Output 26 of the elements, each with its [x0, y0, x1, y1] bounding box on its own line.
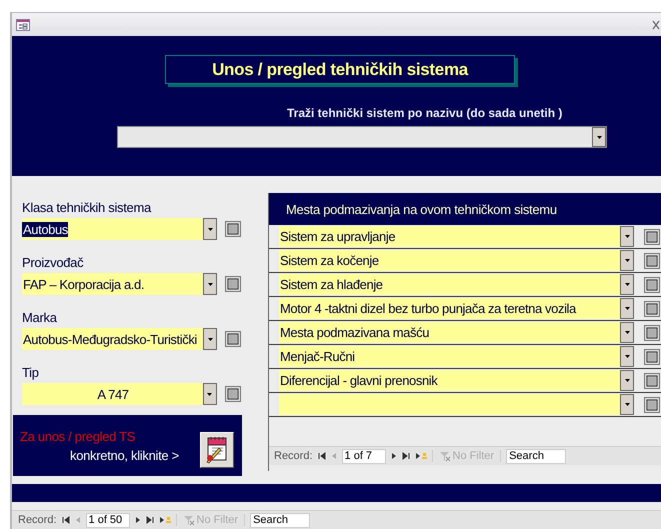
- search-label: Traži tehnički sistem po nazivu (do sada unetih ): [287, 106, 562, 120]
- combo-field[interactable]: Sistem za hlađenje: [279, 274, 634, 295]
- combo-field[interactable]: Motor 4 -taktni dizel bez turbo punjača za teretna vozila: [279, 298, 634, 319]
- record-number-field[interactable]: 1 of 50: [86, 512, 130, 528]
- search-field[interactable]: Search: [506, 448, 566, 464]
- combo-field[interactable]: FAP – Korporacija a.d.: [22, 273, 217, 295]
- combo-field[interactable]: Sistem za upravljanje: [279, 226, 634, 247]
- combo-field[interactable]: Autobus-Međugradsko-Turistički: [22, 328, 217, 350]
- combo-field[interactable]: Autobus: [22, 218, 217, 240]
- record-label: Record:: [274, 450, 313, 462]
- subform-heading: Mesta podmazivanja na ovom tehničkom sistemu: [269, 193, 661, 225]
- combo-field[interactable]: A 747: [22, 383, 217, 405]
- panel-hint: konkretno, kliknite >: [70, 448, 179, 462]
- combo-field[interactable]: Sistem za kočenje: [279, 250, 634, 271]
- combo-field[interactable]: Menjač-Ručni: [279, 346, 634, 367]
- combo-field[interactable]: Mesta podmazivana mašću: [279, 322, 634, 343]
- record-number-field[interactable]: 1 of 7: [342, 448, 386, 464]
- field-label: Marka: [22, 310, 58, 326]
- panel-caption: Za unos / pregled TS: [20, 428, 136, 444]
- combo-field[interactable]: Diferencijal - glavni prenosnik: [279, 370, 634, 391]
- search-field[interactable]: Search: [250, 512, 310, 528]
- field-label: Tip: [22, 365, 40, 381]
- field-label: Proizvođač: [22, 255, 84, 271]
- field-label: Klasa tehničkih sistema: [22, 200, 152, 216]
- form-title: Unos / pregled tehničkih sistema: [165, 55, 515, 84]
- record-label: Record:: [18, 514, 57, 526]
